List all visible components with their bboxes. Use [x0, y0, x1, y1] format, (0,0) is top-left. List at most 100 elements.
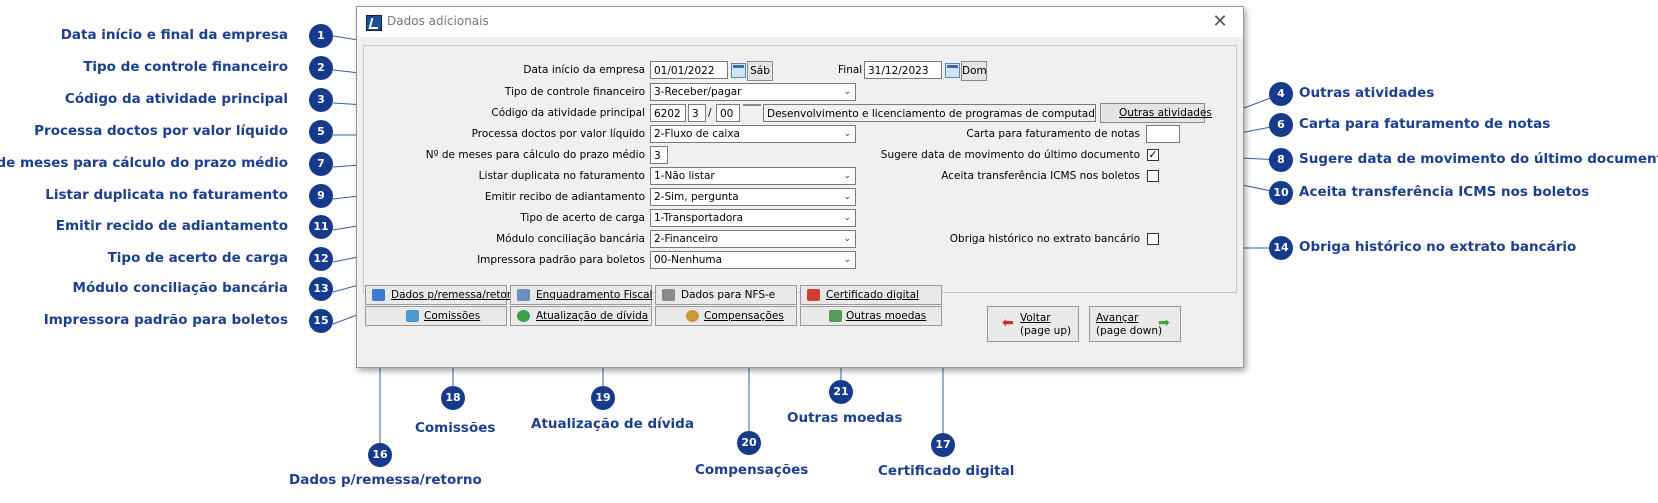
chevron-down-icon: ⌄ — [843, 255, 851, 265]
obriga-label: Obriga histórico no extrato bancário — [949, 233, 1140, 245]
callout-16-text: Dados p/remessa/retorno — [289, 472, 482, 488]
callout-7-badge: 7 — [309, 152, 333, 176]
data-inicio-input[interactable]: 01/01/2022 — [650, 61, 728, 79]
callout-18-text: Comissões — [415, 420, 496, 436]
dados-remessa-button[interactable]: Dados p/remessa/retorno — [365, 285, 524, 305]
chevron-down-icon: ⌄ — [843, 171, 851, 181]
callout-4-badge: 4 — [1269, 82, 1293, 106]
dados-nfse-label: Dados para NFS-e — [681, 289, 776, 301]
processa-doctos-select[interactable]: 2-Fluxo de caixa ⌄ — [650, 125, 856, 143]
callout-10-badge: 10 — [1269, 181, 1293, 205]
chevron-down-icon: ⌄ — [843, 213, 851, 223]
dados-nfse-button[interactable]: Dados para NFS-e — [655, 285, 797, 305]
carta-input[interactable] — [1146, 125, 1180, 143]
checklist-icon — [517, 289, 530, 301]
listar-select[interactable]: 1-Não listar ⌄ — [650, 167, 856, 185]
modulo-label: Módulo conciliação bancária — [496, 233, 645, 245]
sugere-label: Sugere data de movimento do último docum… — [880, 149, 1140, 161]
callout-5-text: Processa doctos por valor líquido — [34, 123, 288, 139]
certificado-label: Certificado digital — [826, 289, 920, 301]
modulo-select[interactable]: 2-Financeiro ⌄ — [650, 230, 856, 248]
final-label: Final — [838, 64, 863, 76]
tipo-acerto-value: 1-Transportadora — [654, 212, 744, 224]
codigo-atividade-part3[interactable]: 00 — [716, 104, 740, 122]
listar-value: 1-Não listar — [654, 170, 715, 182]
avancar-button[interactable]: Avançar (page down) ➡ — [1089, 306, 1181, 342]
avancar-hint: (page down) — [1096, 325, 1163, 337]
codigo-atividade-part2[interactable]: 3 — [688, 104, 706, 122]
refresh-money-icon — [517, 310, 530, 322]
currency-icon — [829, 310, 842, 322]
data-inicio-day-button[interactable]: Sáb — [747, 61, 773, 81]
arrow-left-icon: ⬅ — [1002, 315, 1014, 331]
callout-21-badge: 21 — [829, 380, 853, 404]
callout-7-text: Nº de meses para cálculo do prazo médio — [0, 155, 288, 171]
tipo-controle-select[interactable]: 3-Receber/pagar ⌄ — [650, 83, 856, 101]
outras-moedas-label: Outras moedas — [846, 310, 927, 322]
callout-20-text: Compensações — [695, 462, 809, 478]
final-day-button[interactable]: Dom — [961, 61, 987, 81]
meses-input[interactable]: 3 — [650, 146, 668, 164]
codigo-atividade-part1[interactable]: 6202 — [650, 104, 686, 122]
outras-atividades-button[interactable]: Outras atividades — [1100, 103, 1212, 123]
callout-6-badge: 6 — [1269, 113, 1293, 137]
chevron-down-icon: ⌄ — [843, 192, 851, 202]
callout-21-text: Outras moedas — [787, 410, 903, 426]
compensacoes-label: Compensações — [704, 310, 784, 322]
arrow-right-icon: ➡ — [1158, 315, 1170, 331]
app-icon — [366, 15, 382, 31]
data-inicio-label: Data início da empresa — [523, 64, 645, 76]
aceita-label: Aceita transferência ICMS nos boletos — [941, 170, 1140, 182]
atualizacao-divida-button[interactable]: Atualização de dívida — [510, 306, 652, 326]
sugere-checkbox[interactable]: ✓ — [1147, 149, 1159, 161]
callout-16-badge: 16 — [368, 443, 392, 467]
tipo-controle-value: 3-Receber/pagar — [654, 86, 742, 98]
chevron-down-icon: ⌄ — [843, 87, 851, 97]
final-input[interactable]: 31/12/2023 — [864, 61, 942, 79]
dados-remessa-label: Dados p/remessa/retorno — [391, 289, 525, 301]
voltar-hint: (page up) — [1020, 325, 1072, 337]
callout-14-text: Obriga histórico no extrato bancário — [1299, 239, 1577, 255]
outras-atividades-label: Outras atividades — [1119, 107, 1212, 119]
callout-12-badge: 12 — [309, 247, 333, 271]
callout-1-badge: 1 — [309, 24, 333, 48]
outras-moedas-button[interactable]: Outras moedas — [800, 306, 942, 326]
callout-3-badge: 3 — [309, 88, 333, 112]
emitir-label: Emitir recibo de adiantamento — [484, 191, 645, 203]
close-icon[interactable]: ✕ — [1209, 11, 1231, 33]
voltar-button[interactable]: ⬅ Voltar (page up) — [987, 306, 1079, 342]
obriga-checkbox[interactable] — [1147, 233, 1159, 245]
search-atividade-icon[interactable] — [743, 104, 761, 106]
callout-18-badge: 18 — [441, 386, 465, 410]
voltar-label: Voltar — [1020, 312, 1051, 324]
callout-20-badge: 20 — [737, 431, 761, 455]
certificado-digital-button[interactable]: Certificado digital — [800, 285, 942, 305]
callout-2-text: Tipo de controle financeiro — [83, 59, 288, 75]
codigo-atividade-description: Desenvolvimento e licenciamento de progr… — [763, 104, 1096, 122]
form-group-panel: Data início da empresa 01/01/2022 Sáb Fi… — [363, 45, 1237, 293]
callout-9-badge: 9 — [309, 184, 333, 208]
compensacoes-button[interactable]: Compensações — [655, 306, 797, 326]
callout-8-text: Sugere data de movimento do último docum… — [1299, 151, 1658, 167]
enquadramento-fiscal-button[interactable]: Enquadramento Fiscal — [510, 285, 652, 305]
comissoes-button[interactable]: Comissões — [365, 306, 507, 326]
callout-19-text: Atualização de dívida — [531, 416, 694, 432]
callout-6-text: Carta para faturamento de notas — [1299, 116, 1551, 132]
callout-5-badge: 5 — [309, 120, 333, 144]
callout-10-text: Aceita transferência ICMS nos boletos — [1299, 184, 1590, 200]
impressora-select[interactable]: 00-Nenhuma ⌄ — [650, 251, 856, 269]
window-title: Dados adicionais — [387, 14, 489, 28]
users-icon — [372, 289, 385, 301]
callout-15-badge: 15 — [309, 309, 333, 333]
codigo-atividade-separator: / — [708, 107, 712, 119]
dados-adicionais-dialog: Dados adicionais ✕ Data início da empres… — [356, 6, 1244, 368]
tipo-acerto-select[interactable]: 1-Transportadora ⌄ — [650, 209, 856, 227]
calendar-icon[interactable] — [945, 63, 960, 78]
calendar-icon[interactable] — [731, 63, 746, 78]
callout-11-text: Emitir recido de adiantamento — [55, 218, 288, 234]
aceita-checkbox[interactable] — [1147, 170, 1159, 182]
emitir-select[interactable]: 2-Sim, pergunta ⌄ — [650, 188, 856, 206]
chevron-down-icon: ⌄ — [843, 129, 851, 139]
emitir-value: 2-Sim, pergunta — [654, 191, 739, 203]
avancar-label: Avançar — [1096, 312, 1139, 324]
